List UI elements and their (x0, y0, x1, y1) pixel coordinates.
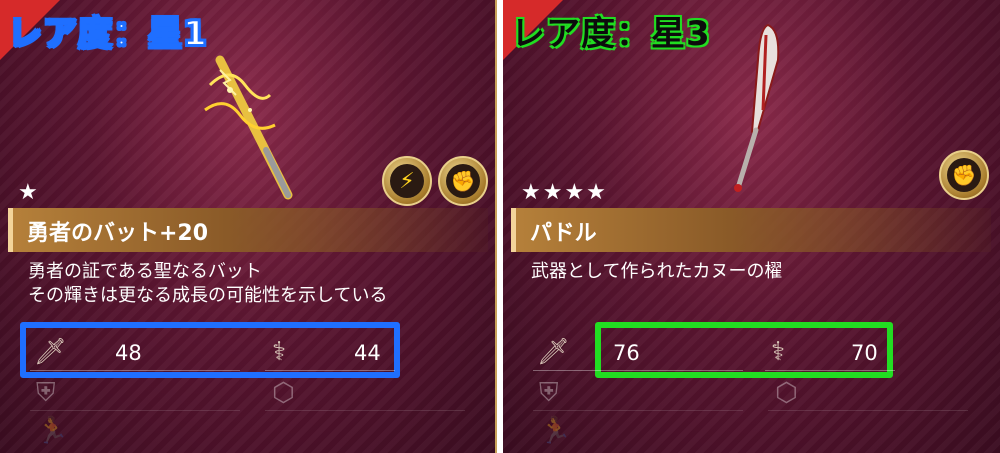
sword-icon: 🗡 (34, 337, 68, 367)
star-rating: ★ (18, 180, 40, 205)
golden-bat-weapon-image (204, 55, 293, 200)
resist-underline (768, 410, 968, 411)
weapon-name: パドル (530, 221, 597, 246)
rarity-label: レア度：星3 (511, 14, 711, 54)
attack-underline (30, 370, 240, 371)
running-icon: 🏃 (36, 416, 69, 446)
hexagon-icon: ⬡ (775, 378, 798, 408)
weapon-description: 武器として作られたカヌーの櫂 (531, 260, 782, 284)
description-line-1: 武器として作られたカヌーの櫂 (531, 261, 783, 282)
shield-icon: ⛨ (36, 378, 56, 408)
magic-underline (765, 370, 895, 371)
staff-icon: ⚕ (771, 337, 786, 367)
fist-icon: ✊ (450, 169, 476, 193)
lightning-badge: ⚡ (382, 156, 432, 206)
description-line-1: 勇者の証である聖なるバット (28, 261, 262, 282)
rarity-label: レア度：星1 (7, 13, 208, 55)
fist-icon: ✊ (951, 163, 977, 187)
weapon-name-bar: 勇者のバット+20 (8, 208, 488, 252)
weapon-description: 勇者の証である聖なるバット その輝きは更なる成長の可能性を示している (28, 260, 387, 308)
description-line-2: その輝きは更なる成長の可能性を示している (28, 285, 388, 306)
weapon-name-bar: パドル (511, 208, 991, 252)
fist-badge: ✊ (939, 150, 989, 200)
weapon-name: 勇者のバット+20 (27, 221, 209, 246)
magic-underline (265, 370, 395, 371)
magic-value: 44 (354, 341, 381, 365)
star-rating: ★★★★ (521, 180, 608, 205)
weapon-panel-right: ✊ ★★★★ パドル 武器として作られたカヌーの櫂 🗡 76 ⚕ 70 ⛨ ⬡ … (503, 0, 1000, 453)
paddle-weapon-image (734, 23, 780, 192)
shield-icon: ⛨ (539, 378, 559, 408)
attack-value: 76 (613, 341, 640, 365)
hexagon-icon: ⬡ (272, 378, 295, 408)
running-icon: 🏃 (539, 416, 572, 446)
attack-underline (533, 370, 743, 371)
lightning-icon: ⚡ (399, 168, 415, 194)
staff-icon: ⚕ (272, 337, 287, 367)
fist-badge: ✊ (438, 156, 488, 206)
weapon-panel-left: ⚡ ✊ ★ 勇者のバット+20 勇者の証である聖なるバット その輝きは更なる成長… (0, 0, 497, 453)
defense-underline (533, 410, 743, 411)
sword-icon: 🗡 (537, 337, 571, 367)
resist-underline (265, 410, 465, 411)
magic-value: 70 (851, 341, 878, 365)
defense-underline (30, 410, 240, 411)
attack-value: 48 (115, 341, 142, 365)
